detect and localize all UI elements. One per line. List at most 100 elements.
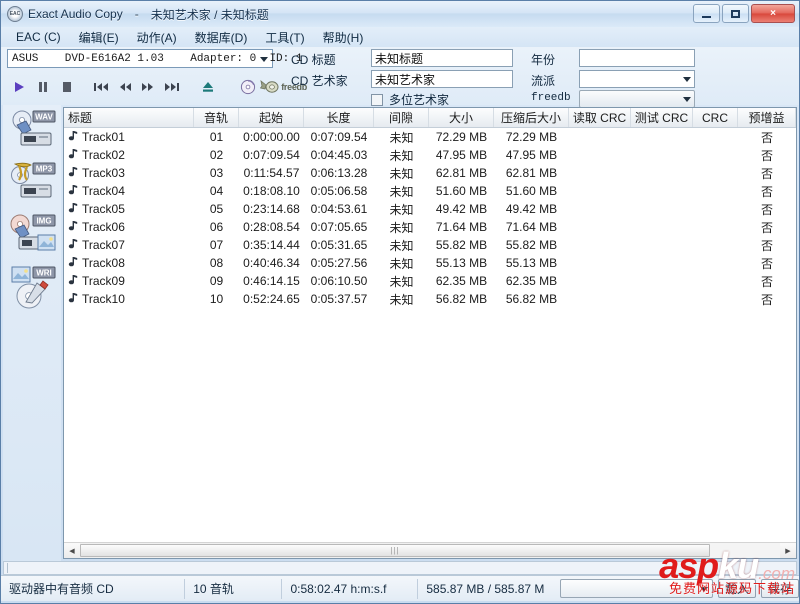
freedb-select[interactable] xyxy=(579,90,695,108)
cell-length: 0:06:13.28 xyxy=(304,164,374,182)
column-header-test_crc[interactable]: 测试 CRC xyxy=(631,108,693,127)
sidebar-wav-button[interactable]: WAV xyxy=(7,109,59,157)
cell-track: 10 xyxy=(194,290,239,308)
sidebar-img-button[interactable]: IMG xyxy=(7,213,59,261)
genre-select[interactable] xyxy=(579,70,695,88)
cell-crc xyxy=(693,290,738,308)
stop-button[interactable] xyxy=(55,75,79,99)
cell-length: 0:04:45.03 xyxy=(304,146,374,164)
sidebar-wav-label: WAV xyxy=(35,113,53,122)
cell-pregain: 否 xyxy=(738,236,796,254)
cd-info-button[interactable] xyxy=(236,75,260,99)
menu-item-help[interactable]: 帮助(H) xyxy=(314,27,373,48)
scroll-left-arrow-icon[interactable]: ◀ xyxy=(64,543,80,558)
minimize-button[interactable] xyxy=(693,4,720,23)
pause-button[interactable] xyxy=(31,75,55,99)
column-header-comp_size[interactable]: 压缩后大小 xyxy=(494,108,569,127)
menu-item-eac[interactable]: EAC (C) xyxy=(7,28,70,46)
column-header-start[interactable]: 起始 xyxy=(239,108,304,127)
cell-gap: 未知 xyxy=(374,164,429,182)
previous-track-button[interactable] xyxy=(89,75,113,99)
music-note-icon xyxy=(68,184,78,198)
cell-test_crc xyxy=(631,146,693,164)
freedb-query-button[interactable] xyxy=(260,75,280,99)
table-row[interactable]: Track09090:46:14.150:06:10.50未知62.35 MB6… xyxy=(64,272,796,290)
next-track-button[interactable] xyxy=(160,75,184,99)
sidebar-mp3-button[interactable]: MP3 xyxy=(7,161,59,209)
rewind-button[interactable] xyxy=(113,75,137,99)
drive-selector[interactable]: ASUS DVD-E616A2 1.03 Adapter: 0 ID: 1 xyxy=(7,49,273,68)
column-header-gap[interactable]: 间隙 xyxy=(374,108,429,127)
column-header-size[interactable]: 大小 xyxy=(429,108,494,127)
cell-comp_size: 62.35 MB xyxy=(494,272,569,290)
cd-artist-input[interactable]: 未知艺术家 xyxy=(371,70,513,88)
music-note-icon xyxy=(68,292,78,306)
track-list-horizontal-scrollbar[interactable]: ◀ ||| ▶ xyxy=(64,542,796,558)
table-row[interactable]: Track06060:28:08.540:07:05.65未知71.64 MB7… xyxy=(64,218,796,236)
table-row[interactable]: Track04040:18:08.100:05:06.58未知51.60 MB5… xyxy=(64,182,796,200)
menu-item-database[interactable]: 数据库(D) xyxy=(186,27,257,48)
music-note-icon xyxy=(68,130,78,144)
sidebar-wri-button[interactable]: WRI xyxy=(7,265,59,313)
strip-handle xyxy=(7,563,10,573)
table-row[interactable]: Track05050:23:14.680:04:53.61未知49.42 MB4… xyxy=(64,200,796,218)
multi-artist-row[interactable]: 多位艺术家 xyxy=(371,91,449,108)
cell-gap: 未知 xyxy=(374,290,429,308)
secondary-scroll-strip[interactable] xyxy=(3,561,797,575)
close-button[interactable]: × xyxy=(751,4,795,23)
status-total-time: 0:58:02.47 h:m:s.f xyxy=(282,579,418,599)
music-note-icon xyxy=(68,202,78,216)
chevron-down-icon xyxy=(683,97,691,102)
menu-item-action[interactable]: 动作(A) xyxy=(128,27,186,48)
year-input[interactable] xyxy=(579,49,695,67)
cell-track: 01 xyxy=(194,128,239,146)
load-profile-button[interactable]: 载入 xyxy=(718,579,756,598)
cell-read_crc xyxy=(569,218,631,236)
eject-button[interactable] xyxy=(196,75,220,99)
cell-pregain: 否 xyxy=(738,290,796,308)
table-row[interactable]: Track03030:11:54.570:06:13.28未知62.81 MB6… xyxy=(64,164,796,182)
cell-start: 0:40:46.34 xyxy=(239,254,304,272)
cell-title: Track05 xyxy=(64,200,194,218)
cell-start: 0:46:14.15 xyxy=(239,272,304,290)
play-button[interactable] xyxy=(7,75,31,99)
save-profile-button[interactable]: 保存 xyxy=(761,579,799,598)
multi-artist-label: 多位艺术家 xyxy=(389,91,449,108)
cell-gap: 未知 xyxy=(374,128,429,146)
cd-title-input[interactable]: 未知标题 xyxy=(371,49,513,67)
cell-read_crc xyxy=(569,146,631,164)
multi-artist-checkbox[interactable] xyxy=(371,94,383,106)
cell-size: 55.82 MB xyxy=(429,236,494,254)
menu-item-edit[interactable]: 编辑(E) xyxy=(70,27,128,48)
cell-track: 09 xyxy=(194,272,239,290)
column-header-length[interactable]: 长度 xyxy=(304,108,374,127)
cell-start: 0:28:08.54 xyxy=(239,218,304,236)
cell-track: 04 xyxy=(194,182,239,200)
profile-select[interactable] xyxy=(560,579,713,598)
horizontal-scroll-thumb[interactable]: ||| xyxy=(80,544,710,557)
scroll-right-arrow-icon[interactable]: ▶ xyxy=(780,543,796,558)
fast-forward-button[interactable] xyxy=(136,75,160,99)
cell-title-text: Track09 xyxy=(82,274,125,288)
cell-read_crc xyxy=(569,254,631,272)
track-list[interactable]: 标题音轨起始长度间隙大小压缩后大小读取 CRC测试 CRCCRC预增益 Trac… xyxy=(63,107,797,559)
column-header-title[interactable]: 标题 xyxy=(64,108,194,127)
column-header-pregain[interactable]: 预增益 xyxy=(738,108,796,127)
table-row[interactable]: Track08080:40:46.340:05:27.56未知55.13 MB5… xyxy=(64,254,796,272)
cell-title: Track06 xyxy=(64,218,194,236)
horizontal-scroll-track[interactable] xyxy=(710,543,780,558)
status-total-size: 585.87 MB / 585.87 M xyxy=(418,579,554,599)
table-row[interactable]: Track10100:52:24.650:05:37.57未知56.82 MB5… xyxy=(64,290,796,308)
cell-size: 72.29 MB xyxy=(429,128,494,146)
cell-crc xyxy=(693,218,738,236)
column-header-track[interactable]: 音轨 xyxy=(194,108,239,127)
track-list-body[interactable]: Track01010:00:00.000:07:09.54未知72.29 MB7… xyxy=(64,128,796,308)
cell-comp_size: 72.29 MB xyxy=(494,128,569,146)
maximize-button[interactable] xyxy=(722,4,749,23)
table-row[interactable]: Track02020:07:09.540:04:45.03未知47.95 MB4… xyxy=(64,146,796,164)
column-header-crc[interactable]: CRC xyxy=(693,108,738,127)
table-row[interactable]: Track01010:00:00.000:07:09.54未知72.29 MB7… xyxy=(64,128,796,146)
table-row[interactable]: Track07070:35:14.440:05:31.65未知55.82 MB5… xyxy=(64,236,796,254)
menu-item-tools[interactable]: 工具(T) xyxy=(256,27,313,48)
column-header-read_crc[interactable]: 读取 CRC xyxy=(569,108,631,127)
